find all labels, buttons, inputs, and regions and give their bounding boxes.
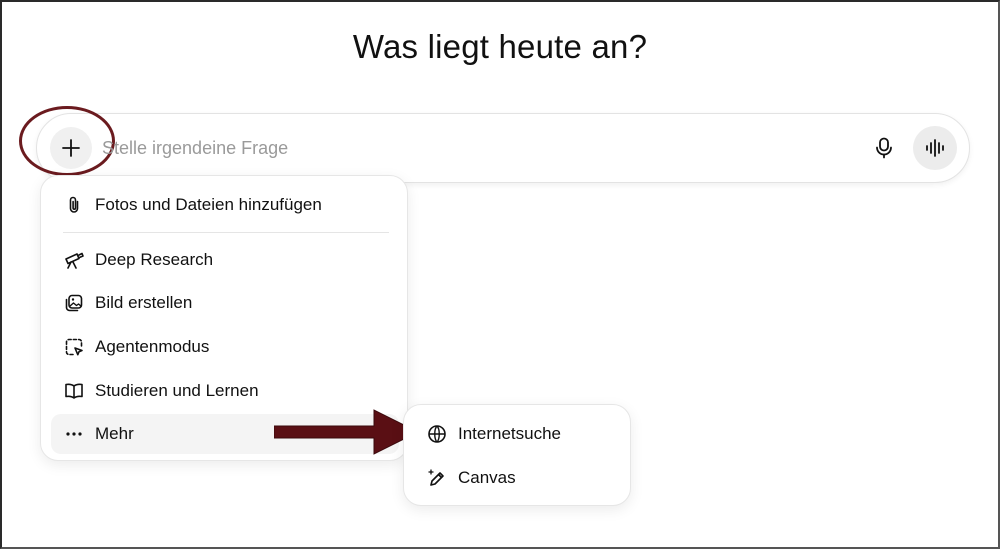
menu-item-label: Studieren und Lernen bbox=[95, 381, 259, 400]
microphone-icon bbox=[874, 137, 894, 159]
submenu-item-label: Canvas bbox=[458, 468, 516, 487]
book-icon bbox=[63, 380, 85, 402]
add-attachment-button[interactable] bbox=[50, 127, 92, 169]
menu-item-label: Bild erstellen bbox=[95, 293, 193, 312]
menu-item-create-image[interactable]: Bild erstellen bbox=[51, 283, 399, 323]
menu-item-label: Deep Research bbox=[95, 250, 214, 269]
submenu-item-canvas[interactable]: Canvas bbox=[414, 458, 622, 498]
submenu-item-label: Internetsuche bbox=[458, 424, 562, 443]
pencil-sparkle-icon bbox=[426, 467, 448, 489]
voice-waveform-icon bbox=[925, 139, 945, 157]
dictate-button[interactable] bbox=[866, 130, 902, 166]
prompt-input[interactable] bbox=[102, 132, 842, 164]
menu-divider bbox=[63, 232, 389, 233]
agent-cursor-icon bbox=[63, 336, 85, 358]
image-icon bbox=[63, 292, 85, 314]
menu-item-label: Fotos und Dateien hinzufügen bbox=[95, 195, 322, 214]
attachment-menu: Fotos und Dateien hinzufügen Deep Resear… bbox=[40, 175, 408, 461]
menu-item-add-files[interactable]: Fotos und Dateien hinzufügen bbox=[51, 185, 399, 225]
plus-icon bbox=[61, 138, 81, 158]
page-title: Was liegt heute an? bbox=[352, 28, 648, 65]
voice-mode-button[interactable] bbox=[913, 126, 957, 170]
menu-item-study-learn[interactable]: Studieren und Lernen bbox=[51, 371, 399, 411]
submenu-item-web-search[interactable]: Internetsuche bbox=[414, 414, 622, 454]
globe-icon bbox=[426, 423, 448, 445]
more-submenu: Internetsuche Canvas bbox=[403, 404, 631, 506]
telescope-icon bbox=[63, 249, 85, 271]
menu-item-label: Mehr bbox=[95, 424, 134, 443]
paperclip-icon bbox=[63, 194, 85, 216]
menu-item-more[interactable]: Mehr bbox=[51, 414, 399, 454]
menu-item-agent-mode[interactable]: Agentenmodus bbox=[51, 327, 399, 367]
menu-item-deep-research[interactable]: Deep Research bbox=[51, 240, 399, 280]
more-dots-icon bbox=[63, 423, 85, 445]
menu-item-label: Agentenmodus bbox=[95, 337, 210, 356]
